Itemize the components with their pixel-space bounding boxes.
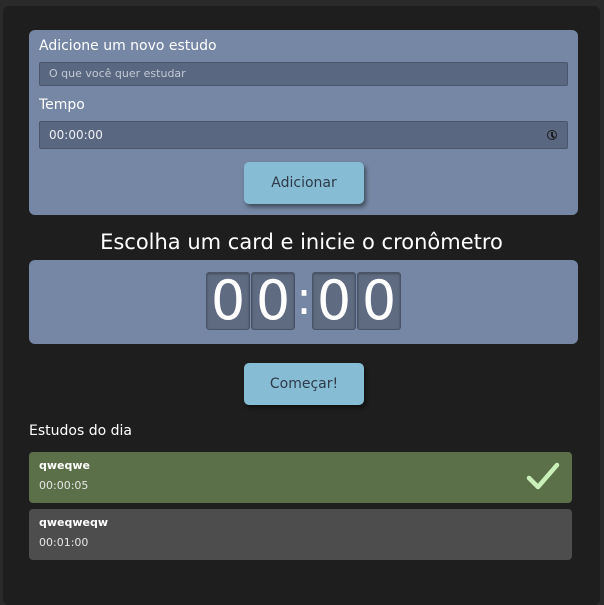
add-button[interactable]: Adicionar	[244, 162, 364, 204]
study-card-time: 00:01:00	[39, 536, 89, 549]
clock-icon[interactable]	[547, 130, 557, 140]
time-label: Tempo	[39, 97, 85, 113]
study-card[interactable]: qweqweqw 00:01:00	[29, 509, 572, 560]
seconds-tens-digit: 0	[312, 272, 356, 330]
start-button[interactable]: Começar!	[244, 363, 364, 405]
minutes-ones-digit: 0	[251, 272, 295, 330]
time-value: 00:00:00	[49, 128, 103, 142]
app-container: Adicione um novo estudo O que você quer …	[3, 6, 600, 605]
minutes-tens-digit: 0	[206, 272, 250, 330]
check-icon	[526, 462, 560, 490]
timer-title: Escolha um card e inicie o cronômetro	[100, 230, 503, 254]
study-list-title: Estudos do dia	[29, 423, 132, 439]
study-card-time: 00:00:05	[39, 479, 89, 492]
study-card-name: qweqwe	[39, 459, 90, 472]
study-card[interactable]: qweqwe 00:00:05	[29, 452, 572, 503]
timer-separator: :	[296, 271, 312, 325]
study-card-name: qweqweqw	[39, 516, 109, 529]
new-study-form: Adicione um novo estudo O que você quer …	[29, 30, 578, 215]
time-input[interactable]: 00:00:00	[39, 121, 568, 149]
seconds-ones-digit: 0	[357, 272, 401, 330]
study-label: Adicione um novo estudo	[39, 38, 217, 54]
study-input[interactable]: O que você quer estudar	[39, 62, 568, 86]
timer-display: 0 0 : 0 0	[29, 260, 578, 344]
